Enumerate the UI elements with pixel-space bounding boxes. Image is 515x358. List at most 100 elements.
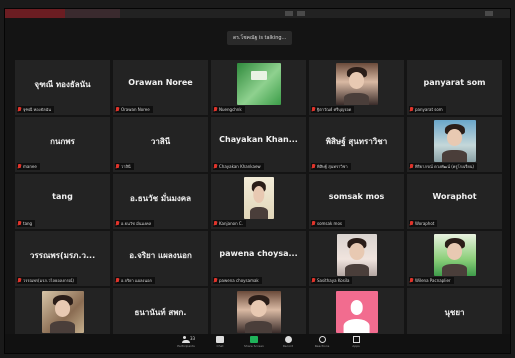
participant-name-label: ฐิตาวัณย์ ศรีบุญรอด [311, 106, 355, 113]
participant-display-name: อ.ธนวัช มั่นมงคล [129, 194, 192, 203]
participant-name-label: อ.ธนวัช มั่นมงคล [115, 220, 155, 227]
participant-display-name: พิสิษฐ์ สุนทราวิชา [325, 137, 388, 146]
participant-label-text: Woraphot [415, 221, 435, 226]
participant-tile[interactable]: panyarat som panyarat som [407, 60, 502, 115]
participant-label-text: พิสิษฐ์ สุนทราวิชา [317, 164, 348, 169]
muted-mic-icon [116, 221, 119, 226]
participant-tile[interactable]: กนกพร manee [15, 117, 110, 172]
participant-video [243, 177, 274, 219]
participant-display-name: อ.จริยา แผลงนอก [129, 251, 192, 260]
participant-tile[interactable]: Nuengchnk [211, 60, 306, 115]
apps-button[interactable]: Apps [341, 336, 371, 352]
participants-button[interactable]: 33 Participants [171, 336, 201, 352]
participant-video [433, 234, 476, 276]
participant-tile[interactable]: Chayakan Khan... Chayakan Khankaew [211, 117, 306, 172]
participant-tile[interactable]: จุฑณี ทองธัลนัน จุฑณี ทองธัลนัน [15, 60, 110, 115]
participant-display-name: นุชยา [444, 308, 465, 317]
participant-label-text: panyarat som [415, 107, 443, 112]
muted-mic-icon [214, 107, 217, 112]
reactions-icon [318, 336, 326, 343]
participant-display-name: จุฑณี ทองธัลนัน [34, 80, 91, 89]
participant-label-text: วาสินี [121, 164, 131, 169]
participant-tile[interactable]: อ.ธนวัช มั่นมงคล อ.ธนวัช มั่นมงคล [113, 174, 208, 229]
reactions-button[interactable]: Reactions [307, 336, 337, 352]
participants-label: Participants [177, 344, 195, 348]
participant-tile[interactable]: pawena choysa... pawena choysamak [211, 231, 306, 286]
participant-tile[interactable]: พิสิษฐ์ สุนทราวิชา พิสิษฐ์ สุนทราวิชา [309, 117, 404, 172]
close-icon[interactable] [485, 11, 493, 16]
muted-mic-icon [116, 107, 119, 112]
participant-tile[interactable]: ฐิตาวัณย์ ศรีบุญรอด [309, 60, 404, 115]
participant-name-label: Woraphot [409, 220, 438, 227]
participant-label-text: somsak mos [317, 221, 342, 226]
participant-tile[interactable]: Sasithaya Kosila [309, 231, 404, 286]
apps-label: Apps [352, 344, 360, 348]
participant-tile[interactable]: tang tang [15, 174, 110, 229]
participant-video [236, 63, 281, 105]
participant-display-name: ธนานันท์ สพก. [134, 308, 187, 317]
participant-video [335, 63, 378, 105]
participant-label-text: อ.จริยา แผลงนอก [121, 278, 152, 283]
participant-name-label: พิสิษฐ์ สุนทราวิชา [311, 163, 351, 170]
minimize-icon[interactable] [285, 11, 293, 16]
muted-mic-icon [410, 107, 413, 112]
participant-name-label: Sasithaya Kosila [311, 277, 353, 284]
participant-tile[interactable]: อ.จริยา แผลงนอก อ.จริยา แผลงนอก [113, 231, 208, 286]
title-bar [5, 9, 510, 18]
default-avatar-head [350, 300, 363, 315]
participant-display-name: วรรณพร(มรภ.ว... [29, 251, 96, 260]
title-bar-accent [5, 9, 65, 18]
muted-mic-icon [312, 278, 315, 283]
record-label: Record [282, 344, 294, 348]
participant-video [433, 120, 476, 162]
participant-display-name: panyarat som [423, 78, 486, 87]
participant-name-label: Wilena Pacnaplier [409, 277, 454, 284]
participant-label-text: Sasithaya Kosila [317, 278, 350, 283]
participant-tile[interactable]: Wilena Pacnaplier [407, 231, 502, 286]
muted-mic-icon [18, 164, 21, 169]
participant-tile[interactable]: วาสินี วาสินี [113, 117, 208, 172]
participant-video [335, 291, 378, 333]
muted-mic-icon [312, 221, 315, 226]
meeting-toolbar: 33 Participants Chat Share Screen Record… [5, 334, 510, 353]
participant-name-label: วรรณพร(มรภ.วไลยอลงกรณ์) [17, 277, 77, 284]
participant-label-text: วรรณพร(มรภ.วไลยอลงกรณ์) [23, 278, 74, 283]
participant-tile[interactable]: somsak mos somsak mos [309, 174, 404, 229]
participant-label-text: tang [23, 221, 33, 226]
muted-mic-icon [312, 164, 315, 169]
participant-label-text: manee [23, 164, 37, 169]
participant-name-label: pawena choysamak [213, 277, 262, 284]
participant-label-text: Nuengchnk [219, 107, 242, 112]
participant-tile[interactable]: Kanjanon C. [211, 174, 306, 229]
name-card-graphic [250, 71, 267, 80]
active-speaker-banner: ดร.โชคณัฐ is talking... [227, 31, 293, 45]
participant-label-text: ฐิตาวัณย์ ศรีบุญรอด [317, 107, 352, 112]
participant-name-label: manee [17, 163, 40, 170]
apps-icon [352, 336, 360, 343]
participant-label-text: Orawan Noree [121, 107, 150, 112]
participant-tile[interactable]: Orawan Noree Orawan Noree [113, 60, 208, 115]
participant-label-text: จุฑณี ทองธัลนัน [23, 107, 51, 112]
gallery-view: จุฑณี ทองธัลนัน จุฑณี ทองธัลนัน Orawan Nor… [15, 60, 502, 343]
share-screen-button[interactable]: Share Screen [239, 336, 269, 352]
participant-name-label: somsak mos [311, 220, 345, 227]
chat-button[interactable]: Chat [205, 336, 235, 352]
participant-tile[interactable]: พิริยาภรณ์ ดวงพัฒน์ (ครูโรงเรียน) [407, 117, 502, 172]
participant-video [41, 291, 84, 333]
maximize-icon[interactable] [297, 11, 305, 16]
participant-tile[interactable]: วรรณพร(มรภ.ว... วรรณพร(มรภ.วไลยอลงกรณ์) [15, 231, 110, 286]
participant-name-label: Orawan Noree [115, 106, 153, 113]
participant-tile[interactable]: Woraphot Woraphot [407, 174, 502, 229]
muted-mic-icon [116, 278, 119, 283]
participant-label-text: Chayakan Khankaew [219, 164, 261, 169]
participant-name-label: จุฑณี ทองธัลนัน [17, 106, 54, 113]
participant-name-label: panyarat som [409, 106, 446, 113]
chat-icon [216, 336, 224, 343]
record-button[interactable]: Record [273, 336, 303, 352]
participant-name-label: พิริยาภรณ์ ดวงพัฒน์ (ครูโรงเรียน) [409, 163, 477, 170]
muted-mic-icon [410, 221, 413, 226]
title-bar-accent-2 [65, 9, 120, 18]
muted-mic-icon [214, 164, 217, 169]
participant-label-text: Kanjanon C. [219, 221, 243, 226]
share-screen-icon [250, 336, 258, 343]
